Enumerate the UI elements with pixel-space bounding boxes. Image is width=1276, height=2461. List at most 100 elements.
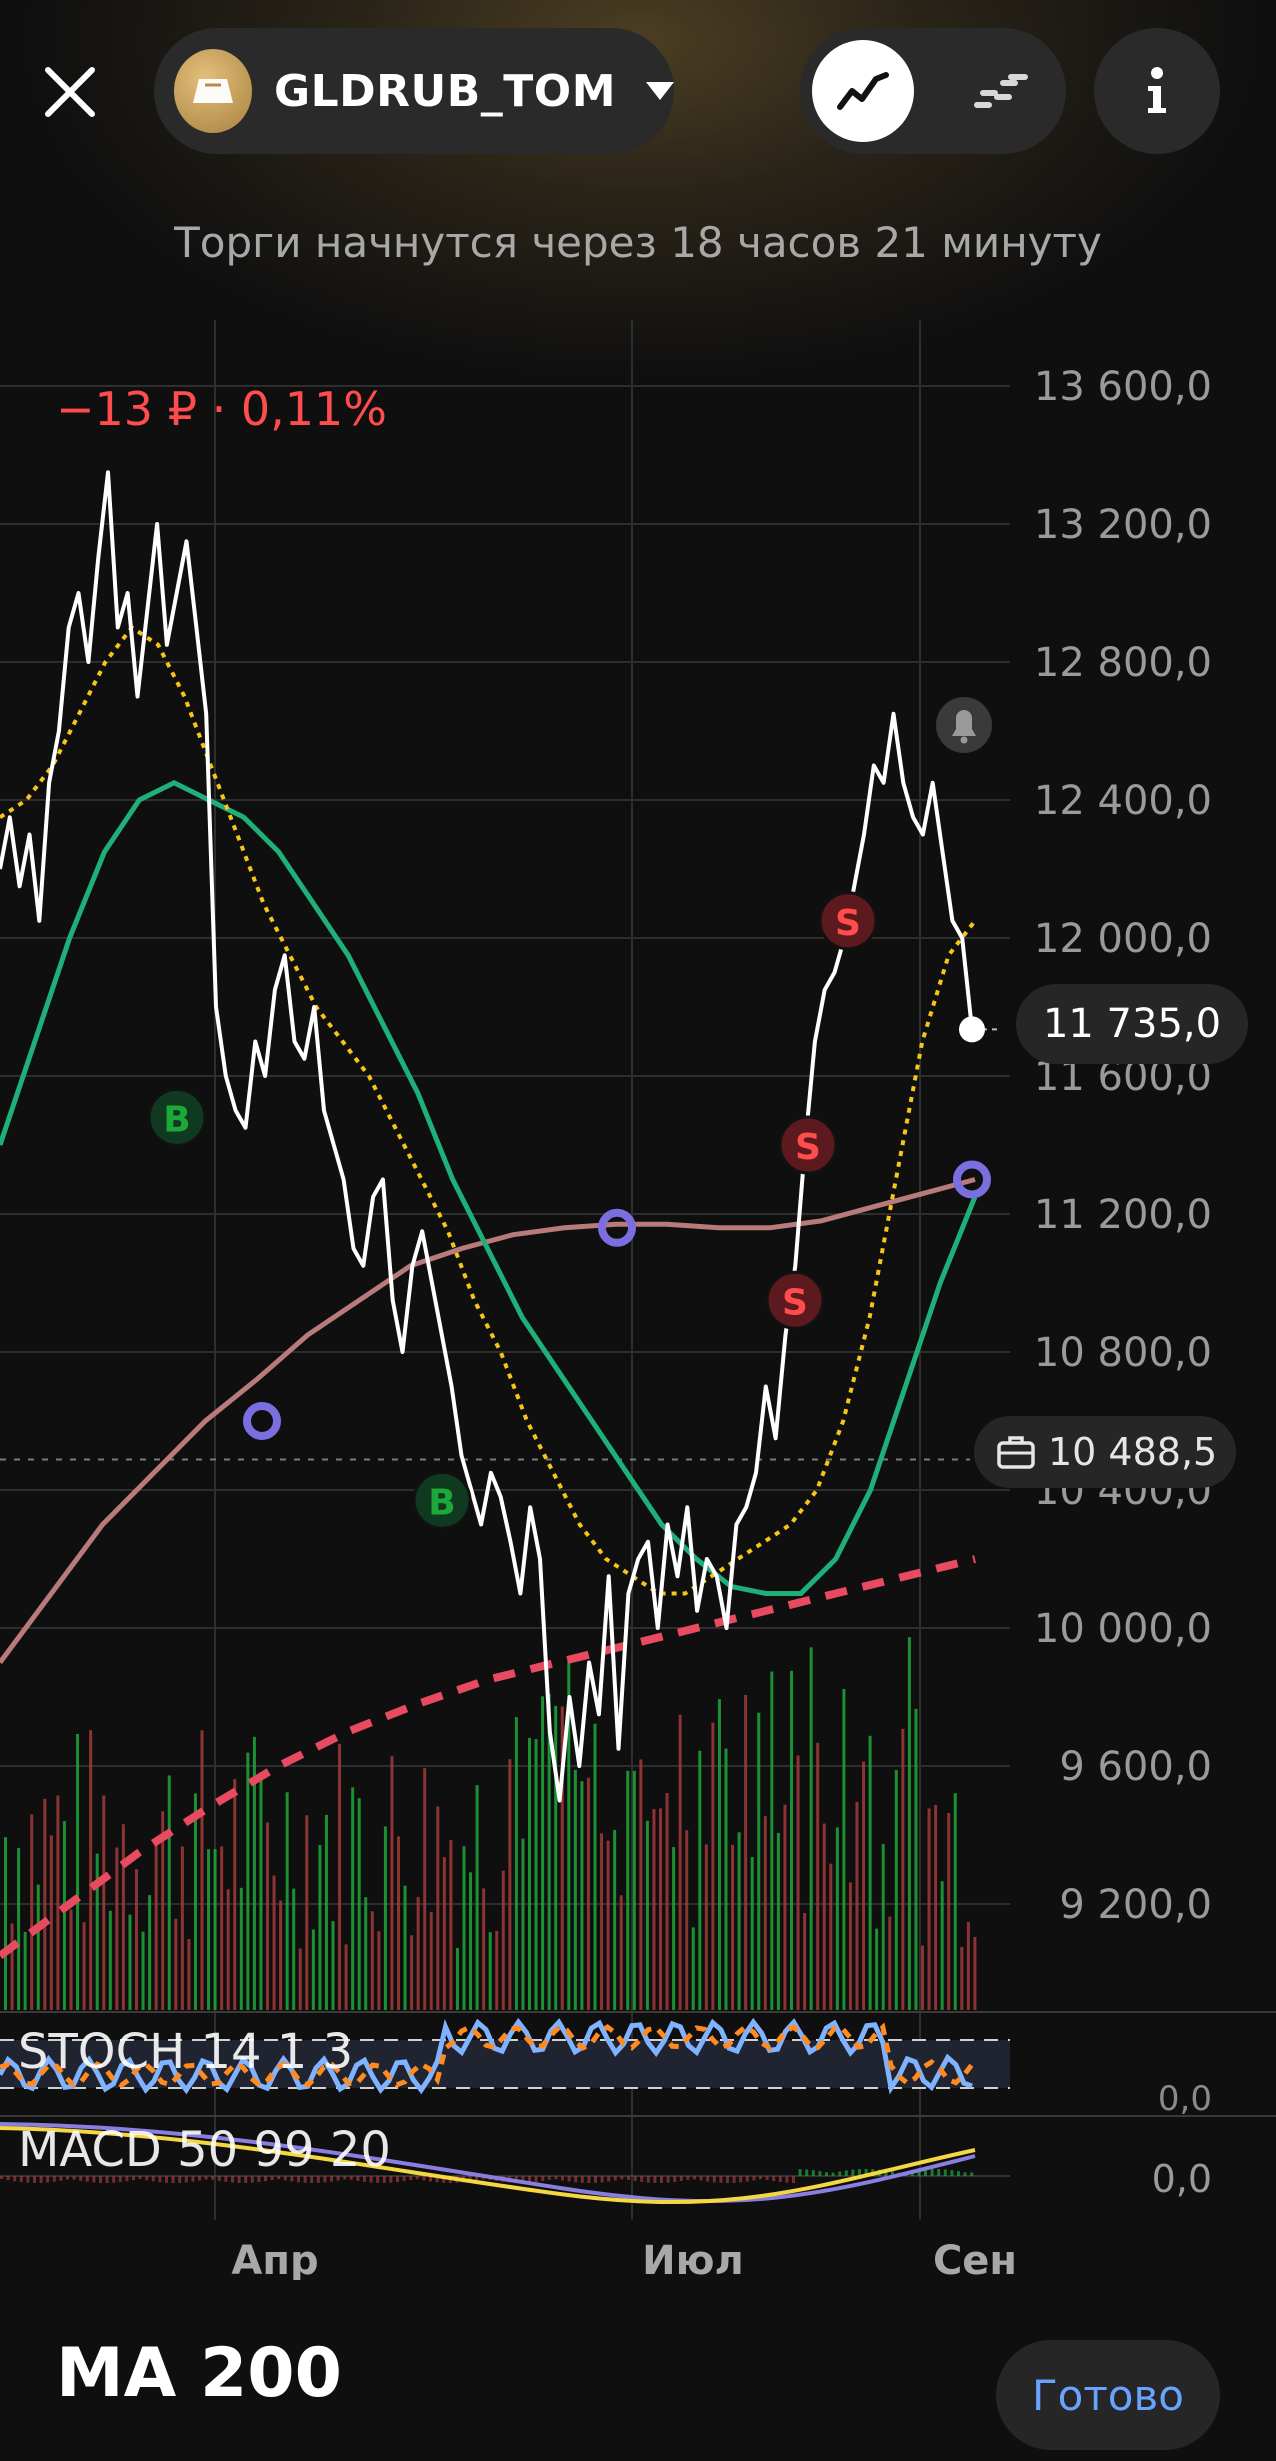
macd-hist-bar — [811, 2170, 815, 2176]
macd-hist-bar — [851, 2169, 855, 2176]
volume-bar — [711, 1722, 715, 2010]
volume-bar — [200, 1730, 204, 2010]
volume-bar — [717, 1699, 721, 2010]
volume-bar — [626, 1770, 630, 2010]
macd-hist-bar — [937, 2169, 941, 2176]
volume-bar — [868, 1735, 872, 2010]
volume-bar — [305, 1815, 309, 2010]
volume-bar — [737, 1832, 741, 2010]
y-tick-label: 13 600,0 — [1034, 364, 1212, 410]
macd-hist-bar — [679, 2176, 683, 2181]
volume-bar — [102, 1795, 106, 2010]
x-tick-label: Сен — [933, 2238, 1017, 2280]
macd-hist-bar — [785, 2176, 789, 2183]
volume-bar — [848, 1882, 852, 2010]
y-tick-label: 13 200,0 — [1034, 502, 1212, 548]
price-chart[interactable]: 13 600,0 13 200,0 12 800,0 12 400,0 12 000,0… — [0, 320, 1276, 2280]
volume-bar — [338, 1743, 342, 2010]
macd-hist-bar — [844, 2170, 848, 2176]
volume-bar — [148, 1895, 152, 2010]
volume-bar — [62, 1821, 66, 2010]
macd-hist-bar — [930, 2169, 934, 2176]
volume-bar — [528, 1737, 531, 2010]
volume-bar — [750, 1857, 754, 2010]
volume-bar — [783, 1804, 787, 2010]
volume-bar — [776, 1832, 780, 2010]
candlestick-icon — [974, 74, 1028, 108]
volume-bar — [809, 1647, 813, 2010]
volume-bar — [357, 1798, 361, 2010]
ma-marker-dot — [598, 1208, 636, 1247]
volume-bar — [685, 1830, 689, 2010]
volume-bar — [770, 1671, 774, 2010]
volume-bar — [351, 1787, 355, 2010]
macd-hist-bar — [970, 2172, 974, 2176]
volume-bar — [455, 1948, 459, 2010]
marker-label: S — [782, 1282, 808, 1323]
info-button[interactable] — [1094, 28, 1220, 154]
volume-bar — [934, 1804, 938, 2010]
macd-hist-bar — [409, 2176, 413, 2180]
volume-bar — [390, 1756, 394, 2010]
volume-bar — [403, 1885, 407, 2010]
macd-hist-bar — [759, 2176, 762, 2180]
bell-clapper — [960, 736, 968, 744]
volume-bar — [619, 1895, 623, 2010]
volume-bar — [822, 1823, 826, 2010]
macd-hist-bar — [838, 2171, 842, 2176]
y-tick-label: 12 400,0 — [1034, 778, 1212, 824]
marker-label: S — [795, 1127, 821, 1168]
macd-hist-bar — [686, 2176, 690, 2180]
volume-bar — [266, 1822, 269, 2010]
volume-bar — [226, 1889, 230, 2010]
volume-bar — [947, 1813, 951, 2010]
ticker-selector[interactable]: GLDRUB_TOM — [154, 28, 674, 154]
macd-hist-bar — [950, 2170, 954, 2176]
macd-value-label: 0,0 — [1152, 2157, 1212, 2201]
volume-bar — [855, 1801, 859, 2010]
volume-bar — [4, 1837, 7, 2010]
volume-bar — [154, 1841, 158, 2010]
macd-hist-bar — [699, 2176, 703, 2181]
volume-bar — [442, 1857, 446, 2010]
volume-bar — [541, 1696, 545, 2010]
line-mode-button[interactable] — [812, 40, 914, 142]
macd-hist-bar — [0, 2176, 3, 2179]
volume-bar — [220, 1846, 224, 2010]
ma-yellow-dotted-line — [0, 624, 977, 1596]
chevron-down-icon — [646, 82, 674, 100]
volume-bar — [894, 1770, 898, 2010]
volume-bar — [881, 1844, 885, 2010]
volume-bar — [298, 1948, 302, 2010]
volume-bar — [534, 1739, 538, 2010]
volume-bar — [449, 1840, 453, 2010]
macd-hist-bar — [805, 2169, 809, 2176]
macd-hist-bar — [673, 2176, 677, 2182]
volume-bar — [174, 1918, 178, 2010]
volume-bar — [193, 1793, 197, 2010]
marker-label: B — [428, 1482, 455, 1523]
close-button[interactable] — [30, 52, 110, 132]
ma-red-dashed-line — [0, 1555, 976, 1960]
done-button[interactable]: Готово — [996, 2340, 1220, 2450]
macd-label: MACD 50 99 20 — [18, 2122, 391, 2178]
macd-hist-bar — [745, 2176, 749, 2182]
macd-hist-bar — [943, 2169, 947, 2176]
alert-bell-icon[interactable] — [936, 697, 992, 753]
candle-mode-button[interactable] — [950, 40, 1052, 142]
volume-bar — [495, 1930, 499, 2010]
macd-hist-bar — [693, 2176, 696, 2180]
stoch-value-label: 0,0 — [1158, 2079, 1212, 2119]
y-tick-label: 12 000,0 — [1034, 916, 1212, 962]
macd-hist-bar — [422, 2176, 426, 2181]
volume-bar — [632, 1770, 636, 2010]
volume-bar — [370, 1911, 374, 2010]
volume-bar — [324, 1814, 328, 2010]
trading-status: Торги начнутся через 18 часов 21 минуту — [174, 218, 1102, 267]
volume-bar — [49, 1835, 53, 2010]
macd-hist-bar — [534, 2176, 538, 2182]
x-tick-label: Апр — [231, 2238, 318, 2280]
macd-hist-bar — [613, 2176, 617, 2181]
volume-bar — [652, 1809, 656, 2010]
volume-bar — [927, 1808, 931, 2010]
